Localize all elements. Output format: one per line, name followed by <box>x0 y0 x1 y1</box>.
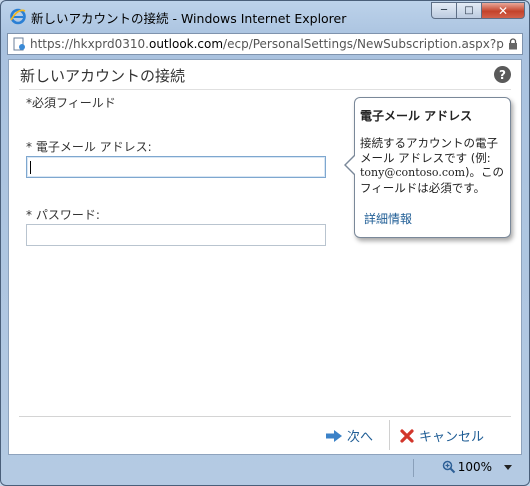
title-divider <box>19 89 511 90</box>
callout-text-before: 接続するアカウントの電子メール アドレスです (例: <box>360 136 498 165</box>
ie-logo-icon <box>10 8 26 25</box>
email-label: * 電子メール アドレス: <box>26 140 152 154</box>
arrow-right-icon <box>326 429 342 442</box>
text-caret <box>30 161 31 174</box>
button-separator <box>389 420 390 450</box>
close-button[interactable]: ✕ <box>481 2 525 19</box>
more-info-link[interactable]: 詳細情報 <box>364 210 412 227</box>
zoom-icon <box>442 460 455 474</box>
cancel-button[interactable]: キャンセル <box>399 426 484 445</box>
password-field[interactable] <box>26 224 326 246</box>
window-title: 新しいアカウントの接続 - Windows Internet Explorer <box>31 11 347 26</box>
status-bar: 100% <box>8 457 522 479</box>
title-bar: 新しいアカウントの接続 - Windows Internet Explorer … <box>1 1 529 31</box>
cancel-label: キャンセル <box>419 430 485 445</box>
dialog-content: 新しいアカウントの接続 ? *必須フィールド * 電子メール アドレス: * パ… <box>8 59 522 455</box>
zoom-level: 100% <box>457 460 492 474</box>
chevron-down-icon[interactable] <box>504 465 512 470</box>
callout-body: 接続するアカウントの電子メール アドレスです (例: tony@contoso.… <box>360 136 506 195</box>
address-url[interactable]: https://hkxprd0310.outlook.com/ecp/Perso… <box>30 37 504 51</box>
required-fields-note: *必須フィールド <box>26 96 116 110</box>
email-field[interactable] <box>26 156 326 178</box>
example-email: tony@contoso.com <box>360 166 466 179</box>
address-bar[interactable]: https://hkxprd0310.outlook.com/ecp/Perso… <box>7 33 523 55</box>
help-callout: 電子メール アドレス 接続するアカウントの電子メール アドレスです (例: to… <box>344 97 511 238</box>
minimize-button[interactable]: ─ <box>431 2 457 19</box>
browser-window: 新しいアカウントの接続 - Windows Internet Explorer … <box>0 0 530 486</box>
footer-divider <box>19 416 511 417</box>
password-label: * パスワード: <box>26 208 100 222</box>
help-icon[interactable]: ? <box>494 66 511 83</box>
next-label: 次へ <box>347 430 374 445</box>
close-x-icon <box>400 428 414 443</box>
maximize-button[interactable]: □ <box>456 2 482 19</box>
window-controls: ─ □ ✕ <box>431 2 525 19</box>
page-icon <box>13 37 25 51</box>
status-divider <box>413 459 414 477</box>
callout-title: 電子メール アドレス <box>360 109 473 123</box>
url-prefix: https://hkxprd0310. <box>30 37 149 51</box>
next-button[interactable]: 次へ <box>325 426 373 445</box>
lock-icon[interactable] <box>508 38 518 50</box>
url-domain: outlook.com <box>148 37 224 51</box>
page-title: 新しいアカウントの接続 <box>20 67 186 85</box>
url-suffix: /ecp/PersonalSettings/NewSubscription.as… <box>223 37 504 51</box>
zoom-control[interactable]: 100% <box>442 460 492 474</box>
